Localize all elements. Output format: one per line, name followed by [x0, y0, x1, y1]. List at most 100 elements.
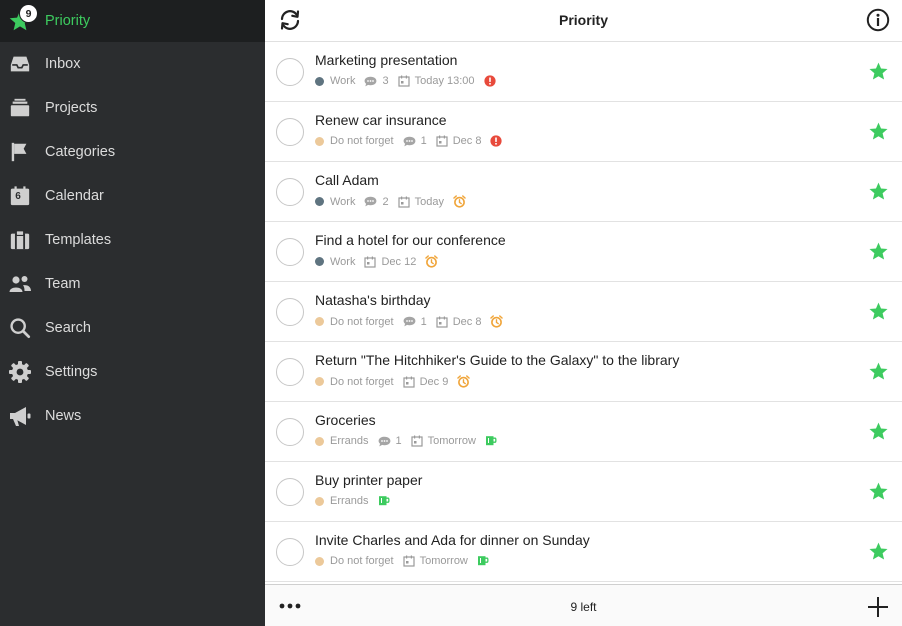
task-category: Do not forget [315, 376, 394, 388]
date-icon [397, 196, 410, 208]
star-icon [869, 242, 888, 260]
task-title: Return "The Hitchhiker's Guide to the Ga… [315, 352, 680, 368]
star-icon [869, 302, 888, 320]
task-meta: Do not forget Dec 9 [315, 375, 479, 388]
search-icon-wrap [8, 316, 32, 340]
star-icon [869, 482, 888, 500]
task-row[interactable]: Groceries Errands 1 Tomorrow [265, 402, 902, 462]
task-comments: 1 [403, 135, 427, 147]
category-dot [315, 76, 324, 86]
sidebar-item-calendar[interactable]: 6 Calendar [0, 174, 265, 218]
task-meta: Work 3 Today 13:00 [315, 75, 505, 87]
complete-checkbox[interactable] [276, 358, 304, 386]
priority-star-button[interactable] [868, 61, 889, 82]
task-row[interactable]: Invite Charles and Ada for dinner on Sun… [265, 522, 902, 582]
task-row[interactable]: Marketing presentation Work 3 Today 13:00 [265, 42, 902, 102]
complete-checkbox[interactable] [276, 478, 304, 506]
category-dot [315, 496, 324, 506]
task-status [453, 195, 466, 208]
coffee-icon [378, 496, 390, 506]
priority-star-button[interactable] [868, 481, 889, 502]
priority-star-button[interactable] [868, 241, 889, 262]
complete-checkbox[interactable] [276, 298, 304, 326]
reminder-icon [457, 375, 471, 388]
task-row[interactable]: Buy printer paper Errands [265, 462, 902, 522]
sidebar-item-label: Calendar [45, 188, 104, 204]
coffee-icon [485, 436, 497, 446]
sidebar-item-label: Team [45, 276, 81, 292]
task-due-date: Dec 12 [364, 256, 416, 268]
info-button[interactable] [866, 8, 890, 32]
priority-star-button[interactable] [868, 121, 889, 142]
star-icon [869, 422, 888, 440]
task-status [485, 435, 497, 447]
task-meta: Work Dec 12 [315, 255, 447, 268]
category-label: Errands [330, 435, 369, 447]
task-category: Work [315, 196, 355, 208]
sidebar-item-projects[interactable]: Projects [0, 86, 265, 130]
comment-count: 1 [395, 435, 402, 447]
task-meta: Do not forget 1 Dec 8 [315, 135, 511, 147]
task-category: Errands [315, 435, 369, 447]
calendar-icon-wrap: 6 [8, 184, 32, 208]
due-date-label: Today 13:00 [414, 75, 475, 87]
complete-checkbox[interactable] [276, 58, 304, 86]
priority-star-button[interactable] [868, 361, 889, 382]
task-title: Invite Charles and Ada for dinner on Sun… [315, 532, 590, 548]
task-status [378, 495, 390, 507]
star-icon [869, 542, 888, 560]
flag-icon-wrap [8, 140, 32, 164]
complete-checkbox[interactable] [276, 178, 304, 206]
date-icon [364, 256, 377, 268]
sidebar-item-news[interactable]: News [0, 394, 265, 438]
team-icon [9, 276, 31, 292]
sidebar-item-team[interactable]: Team [0, 262, 265, 306]
category-dot [315, 197, 324, 206]
comment-count: 2 [382, 195, 389, 208]
task-category: Work [315, 75, 355, 87]
date-icon [397, 75, 410, 87]
add-task-button[interactable] [866, 595, 890, 619]
priority-star-button[interactable] [868, 541, 889, 562]
task-status [457, 375, 471, 388]
task-row[interactable]: Return "The Hitchhiker's Guide to the Ga… [265, 342, 902, 402]
complete-checkbox[interactable] [276, 118, 304, 146]
star-icon [869, 362, 888, 380]
task-row[interactable]: Call Adam Work 2 Today [265, 162, 902, 222]
task-title: Groceries [315, 412, 376, 428]
inbox-icon [10, 56, 30, 72]
category-label: Work [330, 255, 356, 268]
complete-checkbox[interactable] [276, 238, 304, 266]
due-date-label: Dec 9 [419, 375, 449, 388]
sidebar-item-search[interactable]: Search [0, 306, 265, 350]
date-icon [402, 555, 415, 567]
projects-icon-wrap [8, 96, 32, 120]
sidebar-item-templates[interactable]: Templates [0, 218, 265, 262]
star-icon [869, 182, 888, 200]
due-date-label: Today [414, 195, 444, 208]
urgent-icon [483, 75, 496, 87]
task-row[interactable]: Find a hotel for our conference Work Dec 1… [265, 222, 902, 282]
complete-checkbox[interactable] [276, 418, 304, 446]
task-status [483, 75, 496, 87]
sidebar-item-label: Settings [45, 364, 98, 380]
comment-count: 1 [420, 135, 427, 147]
category-dot [315, 436, 324, 446]
coffee-icon [477, 556, 489, 566]
complete-checkbox[interactable] [276, 538, 304, 566]
reminder-icon [453, 195, 466, 208]
task-row[interactable]: Renew car insurance Do not forget 1 Dec 8 [265, 102, 902, 162]
due-date-label: Tomorrow [427, 435, 476, 447]
task-comments: 1 [378, 435, 402, 447]
priority-star-button[interactable] [868, 301, 889, 322]
sidebar-item-priority[interactable]: 9 Priority [0, 0, 265, 42]
sidebar-item-settings[interactable]: Settings [0, 350, 265, 394]
sidebar-item-categories[interactable]: Categories [0, 130, 265, 174]
category-label: Do not forget [330, 315, 394, 328]
priority-star-button[interactable] [868, 181, 889, 202]
task-meta: Do not forget Tomorrow [315, 555, 498, 567]
task-title: Call Adam [315, 172, 379, 188]
priority-star-button[interactable] [868, 421, 889, 442]
sidebar-item-inbox[interactable]: Inbox [0, 42, 265, 86]
task-row[interactable]: Natasha's birthday Do not forget 1 Dec 8 [265, 282, 902, 342]
